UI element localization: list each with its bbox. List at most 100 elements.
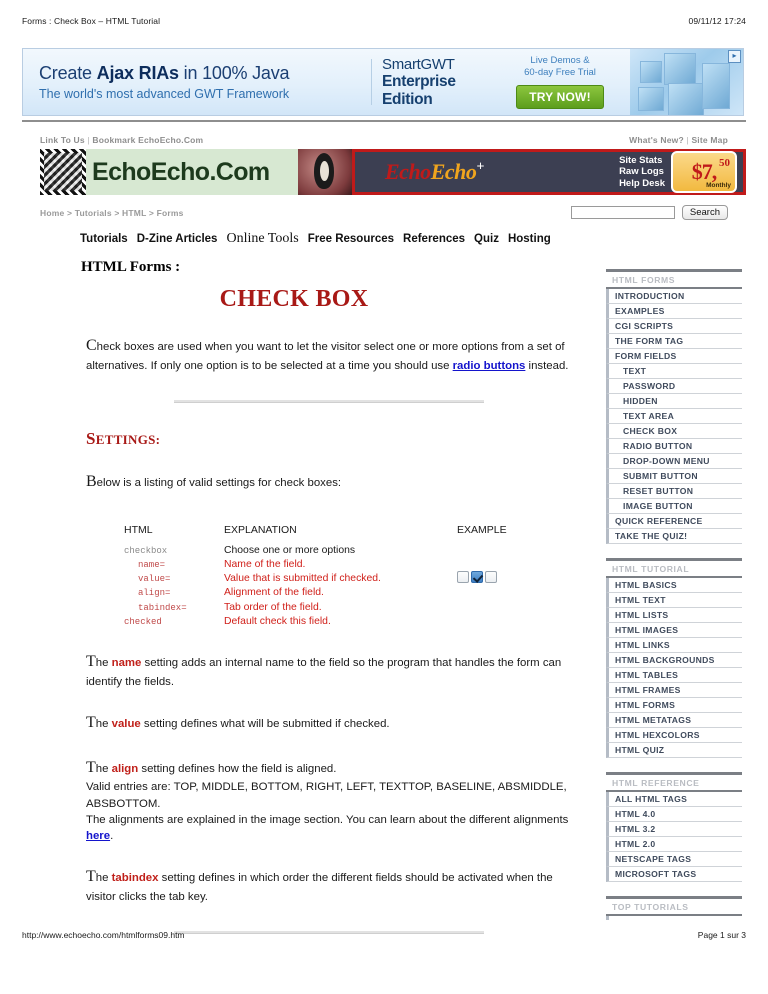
sidebar-item-html-tables[interactable]: HTML TABLES (606, 668, 742, 683)
sidebar-item-html-quiz[interactable]: HTML QUIZ (606, 743, 742, 758)
ad-product-name: SmartGWT (382, 55, 455, 73)
sidebar-title-top-tutorials: TOP TUTORIALS (606, 900, 742, 916)
print-footer-page: Page 1 sur 3 (697, 930, 746, 940)
site-map-link[interactable]: Site Map (691, 135, 728, 145)
nav-item-quiz[interactable]: Quiz (474, 233, 499, 245)
nav-item-tutorials[interactable]: Tutorials (80, 233, 128, 245)
col-example-values (457, 544, 557, 630)
p-tab-a: he (95, 872, 112, 885)
sidebar-item-take-the-quiz[interactable]: TAKE THE QUIZ! (606, 529, 742, 544)
sidebar-item-quick-reference[interactable]: QUICK REFERENCE (606, 514, 742, 529)
ad-headline-bold: Ajax RIAs (96, 63, 179, 83)
sidebar-item-all-html-tags[interactable]: ALL HTML TAGS (606, 792, 742, 807)
link-to-us[interactable]: Link To Us (40, 135, 85, 145)
echoecho-plus-logo: EchoEcho+ (385, 159, 484, 185)
html-row-1: name= (138, 559, 166, 570)
sidebar-item-netscape-tags[interactable]: NETSCAPE TAGS (606, 852, 742, 867)
paragraph-tabindex: The tabindex setting defines in which or… (86, 866, 573, 905)
sidebar-item-html-forms[interactable]: HTML FORMS (606, 698, 742, 713)
example-checkbox-3[interactable] (485, 570, 497, 583)
ad-product-tier1: Enterprise (382, 72, 456, 90)
nav-item-free-resources[interactable]: Free Resources (308, 233, 394, 245)
ad-cube-4 (668, 83, 704, 115)
adchoices-icon[interactable]: ▸ (728, 50, 741, 63)
example-checkbox-2-checked[interactable] (471, 570, 483, 583)
sidebar-block-html-forms: HTML FORMS INTRODUCTION EXAMPLES CGI SCR… (606, 269, 742, 544)
sidebar-item-drop-down-menu[interactable]: DROP-DOWN MENU (606, 454, 742, 469)
sidebar-item-html-frames[interactable]: HTML FRAMES (606, 683, 742, 698)
settings-lead: Below is a listing of valid settings for… (86, 471, 573, 494)
p-align-b: setting defines how the field is aligned… (138, 762, 337, 775)
price-period: Monthly (706, 182, 731, 189)
p-name-b: setting adds an internal name to the fie… (86, 657, 562, 688)
banner-separator (22, 120, 746, 122)
sidebar-item-image-button[interactable]: IMAGE BUTTON (606, 499, 742, 514)
sidebar-item-microsoft-tags[interactable]: MICROSOFT TAGS (606, 867, 742, 882)
html-row-2: value= (138, 574, 171, 585)
main-area: HTML Forms : CHECK BOX Check boxes are u… (22, 259, 746, 935)
ad-product-tier2: Edition (382, 90, 433, 108)
search-area: Search (570, 205, 728, 220)
site-logo[interactable]: EchoEcho.Com (40, 149, 298, 195)
sidebar-item-introduction[interactable]: INTRODUCTION (606, 289, 742, 304)
sidebar-block-html-reference: HTML REFERENCE ALL HTML TAGS HTML 4.0 HT… (606, 772, 742, 882)
banner-ad[interactable]: Create Ajax RIAs in 100% Java The world'… (22, 48, 744, 116)
sidebar-item-html-lists[interactable]: HTML LISTS (606, 608, 742, 623)
price-cents: 50 (719, 157, 730, 169)
settings-lead-text: elow is a listing of valid settings for … (96, 476, 342, 489)
sidebar-item-html-text[interactable]: HTML TEXT (606, 593, 742, 608)
nav-item-online-tools[interactable]: Online Tools (226, 231, 298, 247)
sidebar-item-html-metatags[interactable]: HTML METATAGS (606, 713, 742, 728)
sidebar-item-text[interactable]: TEXT (606, 364, 742, 379)
sidebar-item-reset-button[interactable]: RESET BUTTON (606, 484, 742, 499)
html-row-4: tabindex= (138, 602, 187, 613)
nav-item-hosting[interactable]: Hosting (508, 233, 551, 245)
sidebar-item-check-box[interactable]: CHECK BOX (606, 424, 742, 439)
nav-item-dzine-articles[interactable]: D-Zine Articles (137, 233, 218, 245)
whats-new-link[interactable]: What's New? (629, 135, 684, 145)
html-row-0: checkbox (124, 545, 168, 556)
sidebar-item-examples[interactable]: EXAMPLES (606, 304, 742, 319)
sidebar-item-html-40[interactable]: HTML 4.0 (606, 807, 742, 822)
page-title: CHECK BOX (219, 286, 369, 312)
p-align-keyword: align (111, 762, 139, 775)
ad-cta-button[interactable]: TRY NOW! (516, 84, 604, 109)
p-align-line2: Valid entries are: TOP, MIDDLE, BOTTOM, … (86, 781, 567, 810)
breadcrumb[interactable]: Home > Tutorials > HTML > Forms (40, 208, 184, 218)
sidebar-item-top-html[interactable]: HTML (606, 916, 742, 920)
search-button[interactable]: Search (681, 205, 728, 220)
sidebar-block-rule-3 (606, 772, 742, 775)
sidebar-item-html-basics[interactable]: HTML BASICS (606, 578, 742, 593)
sidebar-item-cgi-scripts[interactable]: CGI SCRIPTS (606, 319, 742, 334)
content-divider-1 (174, 399, 484, 403)
utility-links: Link To Us | Bookmark EchoEcho.Com What'… (22, 135, 746, 145)
sidebar-item-password[interactable]: PASSWORD (606, 379, 742, 394)
price-badge: $7, 50 Monthly (671, 151, 737, 193)
sidebar-item-html-images[interactable]: HTML IMAGES (606, 623, 742, 638)
settings-table: HTML EXPLANATION EXAMPLE checkbox name= … (124, 524, 564, 630)
alignments-here-link[interactable]: here (86, 830, 110, 842)
sidebar-item-radio-button[interactable]: RADIO BUTTON (606, 439, 742, 454)
search-input[interactable] (570, 206, 675, 219)
p-value-a: he (95, 718, 112, 731)
sidebar-item-hidden[interactable]: HIDDEN (606, 394, 742, 409)
sidebar-item-html-links[interactable]: HTML LINKS (606, 638, 742, 653)
nav-item-references[interactable]: References (403, 233, 465, 245)
example-checkbox-1[interactable] (457, 570, 469, 583)
sidebar-item-html-backgrounds[interactable]: HTML BACKGROUNDS (606, 653, 742, 668)
utility-sep-1: | (87, 135, 90, 145)
bookmark-link[interactable]: Bookmark EchoEcho.Com (92, 135, 203, 145)
echoecho-plus-ad[interactable]: EchoEcho+ Site Stats Raw Logs Help Desk … (352, 149, 746, 195)
sidebar-item-html-hexcolors[interactable]: HTML HEXCOLORS (606, 728, 742, 743)
sidebar-item-submit-button[interactable]: SUBMIT BUTTON (606, 469, 742, 484)
sidebar-item-the-form-tag[interactable]: THE FORM TAG (606, 334, 742, 349)
sidebar-item-html-32[interactable]: HTML 3.2 (606, 822, 742, 837)
sidebar-item-html-20[interactable]: HTML 2.0 (606, 837, 742, 852)
utility-links-right: What's New? | Site Map (629, 135, 728, 145)
sidebar-item-form-fields[interactable]: FORM FIELDS (606, 349, 742, 364)
utility-sep-2: | (686, 135, 689, 145)
sidebar-item-text-area[interactable]: TEXT AREA (606, 409, 742, 424)
radio-buttons-link[interactable]: radio buttons (453, 360, 526, 372)
exp-row-1: Name of the field. (224, 558, 306, 570)
settings-heading: SETTINGS: (86, 429, 592, 449)
